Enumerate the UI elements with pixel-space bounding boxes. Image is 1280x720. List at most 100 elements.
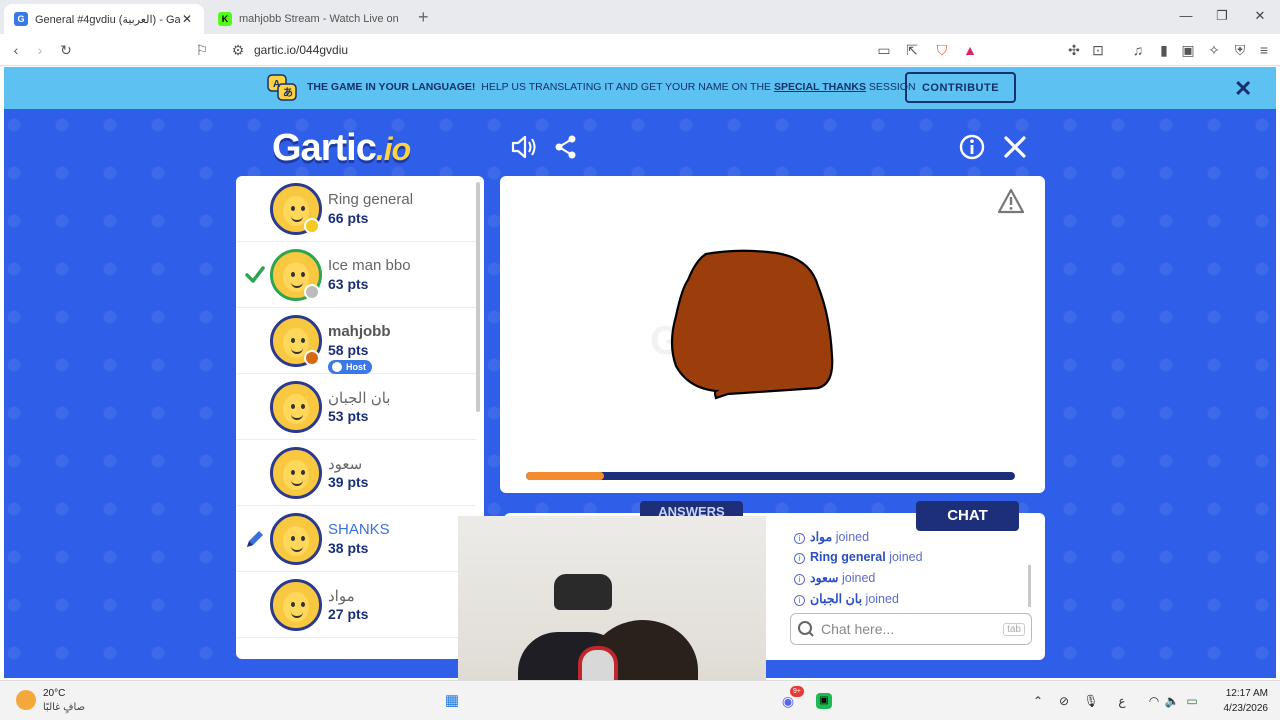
svg-text:A: A: [273, 79, 280, 90]
share-icon[interactable]: [552, 133, 580, 161]
player-name: سعود: [328, 456, 363, 473]
reload-icon[interactable]: ↻: [56, 40, 76, 60]
sound-icon[interactable]: [509, 133, 537, 161]
player-row[interactable]: Ice man bbo 63 pts: [236, 242, 476, 308]
wifi-icon[interactable]: ◠: [1146, 693, 1162, 709]
host-badge: Host: [328, 360, 372, 374]
chat-message: i Ring general joined: [794, 550, 923, 564]
maximize-icon[interactable]: ❐: [1212, 8, 1232, 24]
sidebar-icon[interactable]: ▮: [1154, 40, 1174, 60]
vpn-icon[interactable]: ⛨: [1230, 40, 1250, 60]
close-tab-icon[interactable]: ✕: [180, 12, 194, 26]
drawing: Gartic.io: [650, 249, 834, 400]
browser-tab-gartic[interactable]: G General #4gvdiu (العربية) - Gartic ✕: [4, 4, 204, 34]
translate-icon: A あ: [267, 74, 297, 101]
player-avatar: [270, 579, 322, 631]
logo-main: Gartic: [272, 127, 377, 169]
tab-shortcut-hint: tab: [1003, 622, 1025, 636]
share-page-icon[interactable]: ⇱: [902, 40, 922, 60]
chat-tab[interactable]: CHAT: [916, 501, 1019, 531]
chat-input[interactable]: Chat here... tab: [790, 613, 1032, 645]
kick-favicon-icon: K: [218, 12, 232, 26]
weather-icon[interactable]: [16, 690, 36, 710]
player-row[interactable]: مواد 27 pts: [236, 572, 476, 638]
microphone-icon[interactable]: 🎙: [1083, 693, 1099, 709]
show-hidden-icons[interactable]: ⌃: [1030, 693, 1046, 709]
player-row[interactable]: سعود 39 pts: [236, 440, 476, 506]
media-icon[interactable]: ♫: [1128, 40, 1148, 60]
chat-placeholder: Chat here...: [821, 621, 895, 637]
player-row[interactable]: mahjobb 58 pts Host: [236, 308, 476, 374]
clock-date[interactable]: 4/23/2026: [1200, 703, 1269, 714]
banner-message: THE GAME IN YOUR LANGUAGE! HELP US TRANS…: [307, 81, 916, 93]
banner-text: HELP US TRANSLATING IT AND GET YOUR NAME…: [481, 81, 772, 93]
players-scrollbar[interactable]: [476, 182, 480, 412]
player-name: SHANKS: [328, 521, 390, 538]
new-tab-icon[interactable]: +: [418, 7, 429, 28]
start-icon[interactable]: ▦: [444, 693, 460, 709]
drawing-canvas[interactable]: Gartic.io: [500, 176, 1045, 493]
tab-title: mahjobb Stream - Watch Live on Kick: [239, 13, 398, 25]
player-points: 39 pts: [328, 474, 369, 490]
back-icon[interactable]: ‹: [6, 40, 26, 60]
url-text: gartic.io/044gvdiu: [254, 43, 349, 57]
gartic-logo: Gartic.io: [272, 127, 411, 170]
exit-game-icon[interactable]: [1001, 133, 1029, 161]
banner-headline: THE GAME IN YOUR LANGUAGE!: [307, 81, 476, 93]
gartic-favicon-icon: G: [14, 12, 28, 26]
input-language[interactable]: ع: [1114, 693, 1130, 709]
player-avatar: [270, 513, 322, 565]
brown-blob-sketch: [670, 249, 834, 400]
player-name: Ice man bbo: [328, 257, 411, 274]
brave-rewards-icon[interactable]: ▲: [960, 40, 980, 60]
player-points: 53 pts: [328, 408, 369, 424]
brave-shield-icon[interactable]: ⛉: [932, 40, 952, 60]
site-info-icon[interactable]: ⚙: [228, 40, 248, 60]
app-icon[interactable]: ▣: [816, 693, 832, 709]
special-thanks-link[interactable]: SPECIAL THANKS: [774, 81, 866, 93]
minimize-icon[interactable]: —: [1176, 8, 1196, 23]
logo-suffix: .io: [375, 131, 411, 167]
report-warning-icon[interactable]: [997, 188, 1025, 214]
extensions-icon[interactable]: ✣: [1064, 40, 1084, 60]
player-name: مواد: [328, 588, 355, 605]
clock-time[interactable]: 12:17 AM: [1200, 688, 1268, 699]
player-points: 27 pts: [328, 606, 369, 622]
close-window-icon[interactable]: ✕: [1250, 8, 1270, 24]
player-name: Ring general: [328, 191, 414, 208]
browser-toolbar: ‹ › ↻ ⚐ ⚙ gartic.io/044gvdiu ▭ ⇱ ⛉ ▲ ✣ ⊡…: [0, 34, 1280, 66]
guessed-check-icon: [245, 266, 265, 283]
player-row[interactable]: Ring general 66 pts: [236, 176, 476, 242]
close-banner-icon[interactable]: ✕: [1234, 76, 1252, 102]
player-name: mahjobb: [328, 323, 391, 340]
bookmark-icon[interactable]: ⚐: [192, 40, 212, 60]
vpn-tray-icon[interactable]: ⊘: [1056, 693, 1072, 709]
screenshot-icon[interactable]: ⊡: [1088, 40, 1108, 60]
battery-icon[interactable]: ▭: [1184, 693, 1200, 709]
weather-description: صافٍ غالبًا: [43, 702, 86, 713]
players-list: Ring general 66 pts Ice man bbo 63 pts mahjo…: [236, 176, 484, 659]
browser-tab-kick[interactable]: K mahjobb Stream - Watch Live on Kick: [208, 4, 408, 34]
browser-tab-strip: G General #4gvdiu (العربية) - Gartic ✕ K…: [0, 0, 1280, 34]
cast-icon[interactable]: ▭: [874, 40, 894, 60]
svg-text:あ: あ: [283, 86, 293, 99]
wallet-icon[interactable]: ▣: [1178, 40, 1198, 60]
taskbar: 20°C صافٍ غالبًا ▦ ◉ 9+ ▣ ⌃ ⊘ 🎙 ع ◠ 🔈 ▭ …: [0, 680, 1280, 720]
forward-icon[interactable]: ›: [30, 40, 50, 60]
leo-ai-icon[interactable]: ✧: [1204, 40, 1224, 60]
player-row[interactable]: SHANKS 38 pts: [236, 506, 476, 572]
volume-icon[interactable]: 🔈: [1164, 693, 1180, 709]
weather-temperature: 20°C: [43, 688, 66, 699]
player-row[interactable]: بان الجبان 53 pts: [236, 374, 476, 440]
drawing-pencil-icon: [247, 531, 263, 547]
chat-message: i سعود joined: [794, 570, 875, 585]
chat-scrollbar[interactable]: [1028, 565, 1031, 607]
info-icon[interactable]: [958, 133, 986, 161]
round-timer-fill: [526, 472, 605, 480]
contribute-button[interactable]: CONTRIBUTE: [905, 72, 1016, 103]
info-icon: i: [794, 595, 805, 606]
player-status-dot: [304, 218, 320, 234]
info-icon: i: [794, 574, 805, 585]
player-points: 58 pts: [328, 342, 369, 358]
menu-icon[interactable]: ≡: [1254, 40, 1274, 60]
